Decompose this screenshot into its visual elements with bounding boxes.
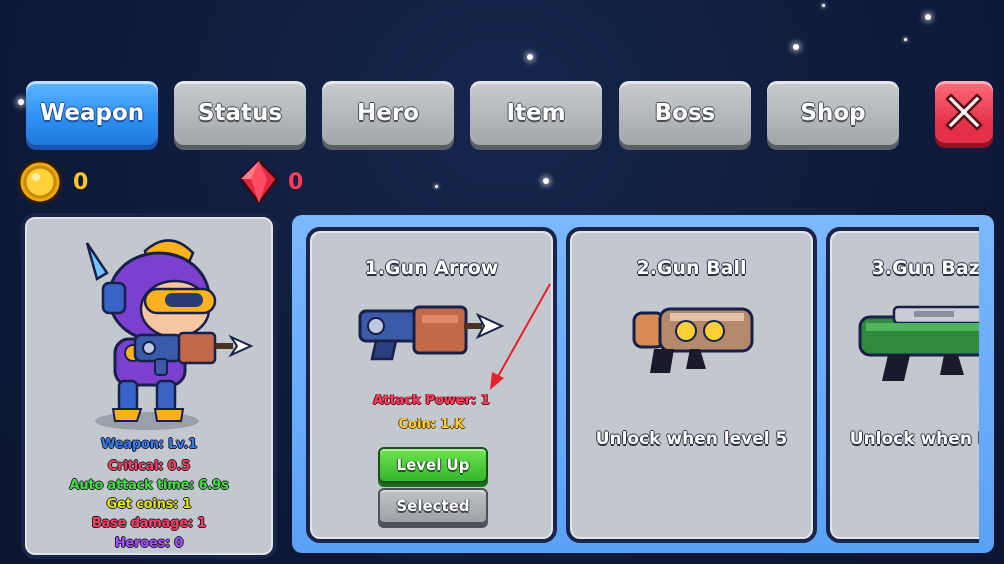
coin-icon — [17, 159, 63, 205]
stat-auto-attack: Auto attack time: 6.9s — [69, 478, 229, 493]
tab-boss[interactable]: Boss — [619, 81, 751, 145]
star — [822, 4, 825, 7]
tab-status[interactable]: Status — [174, 81, 306, 145]
gun-ball-icon — [632, 307, 754, 373]
weapon-card-gun-ball[interactable]: 2.Gun Ball Unlock when level 5 — [566, 227, 817, 543]
stat-weapon: Weapon: Lv.1 — [101, 437, 197, 452]
weapon-card-title: 3.Gun Bazooka — [871, 257, 979, 279]
weapon-card-gun-bazooka[interactable]: 3.Gun Bazooka Unlock when level 10 — [826, 227, 979, 543]
gem-icon — [239, 159, 279, 205]
game-screen: Weapon Status Hero Item Boss Shop 0 0 We… — [0, 0, 1004, 564]
tab-item[interactable]: Item — [470, 81, 602, 145]
stat-heroes: Heroes: 0 — [114, 536, 184, 551]
weapons-scroll-area[interactable]: 1.Gun Arrow Attack Power: 1 Coin: 1.K Le… — [306, 227, 979, 547]
star — [904, 38, 907, 41]
stat-base-damage: Base damage: 1 — [91, 516, 207, 531]
coin-count: 0 — [73, 170, 89, 195]
annotation-arrow-icon — [490, 283, 551, 390]
tab-hero[interactable]: Hero — [322, 81, 454, 145]
weapon-card-title: 2.Gun Ball — [636, 257, 747, 279]
level-up-button[interactable]: Level Up — [378, 447, 488, 483]
tab-weapon[interactable]: Weapon — [26, 81, 158, 145]
weapon-card-title: 1.Gun Arrow — [364, 257, 499, 279]
star — [543, 178, 549, 184]
star — [435, 185, 438, 188]
hero-panel: Weapon: Lv.1 Critical: 0.5 Auto attack t… — [21, 213, 277, 559]
star — [925, 14, 931, 20]
star — [18, 99, 24, 105]
stat-get-coins: Get coins: 1 — [106, 497, 192, 512]
hero-character-icon — [85, 239, 254, 430]
star — [527, 54, 533, 60]
unlock-requirement-label: Unlock when level 5 — [595, 429, 788, 449]
weapons-panel[interactable]: 1.Gun Arrow Attack Power: 1 Coin: 1.K Le… — [292, 215, 994, 553]
coin-cost-label: Coin: 1.K — [398, 417, 465, 432]
gem-count: 0 — [288, 170, 304, 195]
selected-button[interactable]: Selected — [378, 488, 488, 524]
close-icon — [945, 93, 983, 131]
stat-critical: Critical: 0.5 — [107, 459, 191, 474]
star — [793, 44, 799, 50]
tab-shop[interactable]: Shop — [767, 81, 899, 145]
gun-bazooka-icon — [858, 305, 979, 381]
close-button[interactable] — [935, 81, 993, 143]
unlock-requirement-label: Unlock when level 10 — [849, 429, 979, 449]
